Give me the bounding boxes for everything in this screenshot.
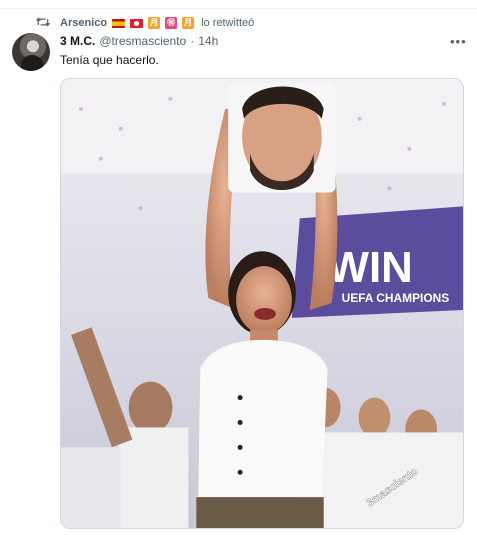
top-divider: [0, 0, 477, 9]
avatar[interactable]: [12, 33, 50, 71]
more-horizontal-icon[interactable]: •••: [450, 34, 467, 49]
photo-illustration: WIN UEFA CHAMPIONS 3masciento: [61, 79, 463, 528]
timestamp[interactable]: 14h: [198, 34, 218, 48]
held-mask: [228, 82, 336, 193]
emoji-moon-icon: 月: [148, 17, 161, 29]
retweeter-name[interactable]: Arsenico: [60, 17, 107, 29]
retweet-suffix: lo retwitteó: [201, 17, 255, 29]
tweet-header: 3 M.C. @tresmasciento · 14h: [60, 34, 218, 48]
tweet-text: Tenía que hacerlo.: [60, 53, 159, 67]
social-context: Arsenico 月 ㊗ 月 lo retwitteó: [38, 14, 254, 32]
emoji-moon-icon-2: 月: [182, 17, 195, 29]
switzerland-flag-icon: [130, 18, 144, 28]
banner-text: WIN: [328, 243, 413, 292]
author-name[interactable]: 3 M.C.: [60, 34, 95, 48]
spain-flag-icon: [112, 18, 126, 28]
author-handle[interactable]: @tresmasciento: [99, 34, 186, 48]
banner-subtext: UEFA CHAMPIONS: [342, 291, 450, 305]
emoji-congrats-icon: ㊗: [165, 17, 178, 29]
separator-dot: ·: [190, 34, 195, 48]
tweet-image[interactable]: WIN UEFA CHAMPIONS 3masciento: [60, 78, 464, 529]
